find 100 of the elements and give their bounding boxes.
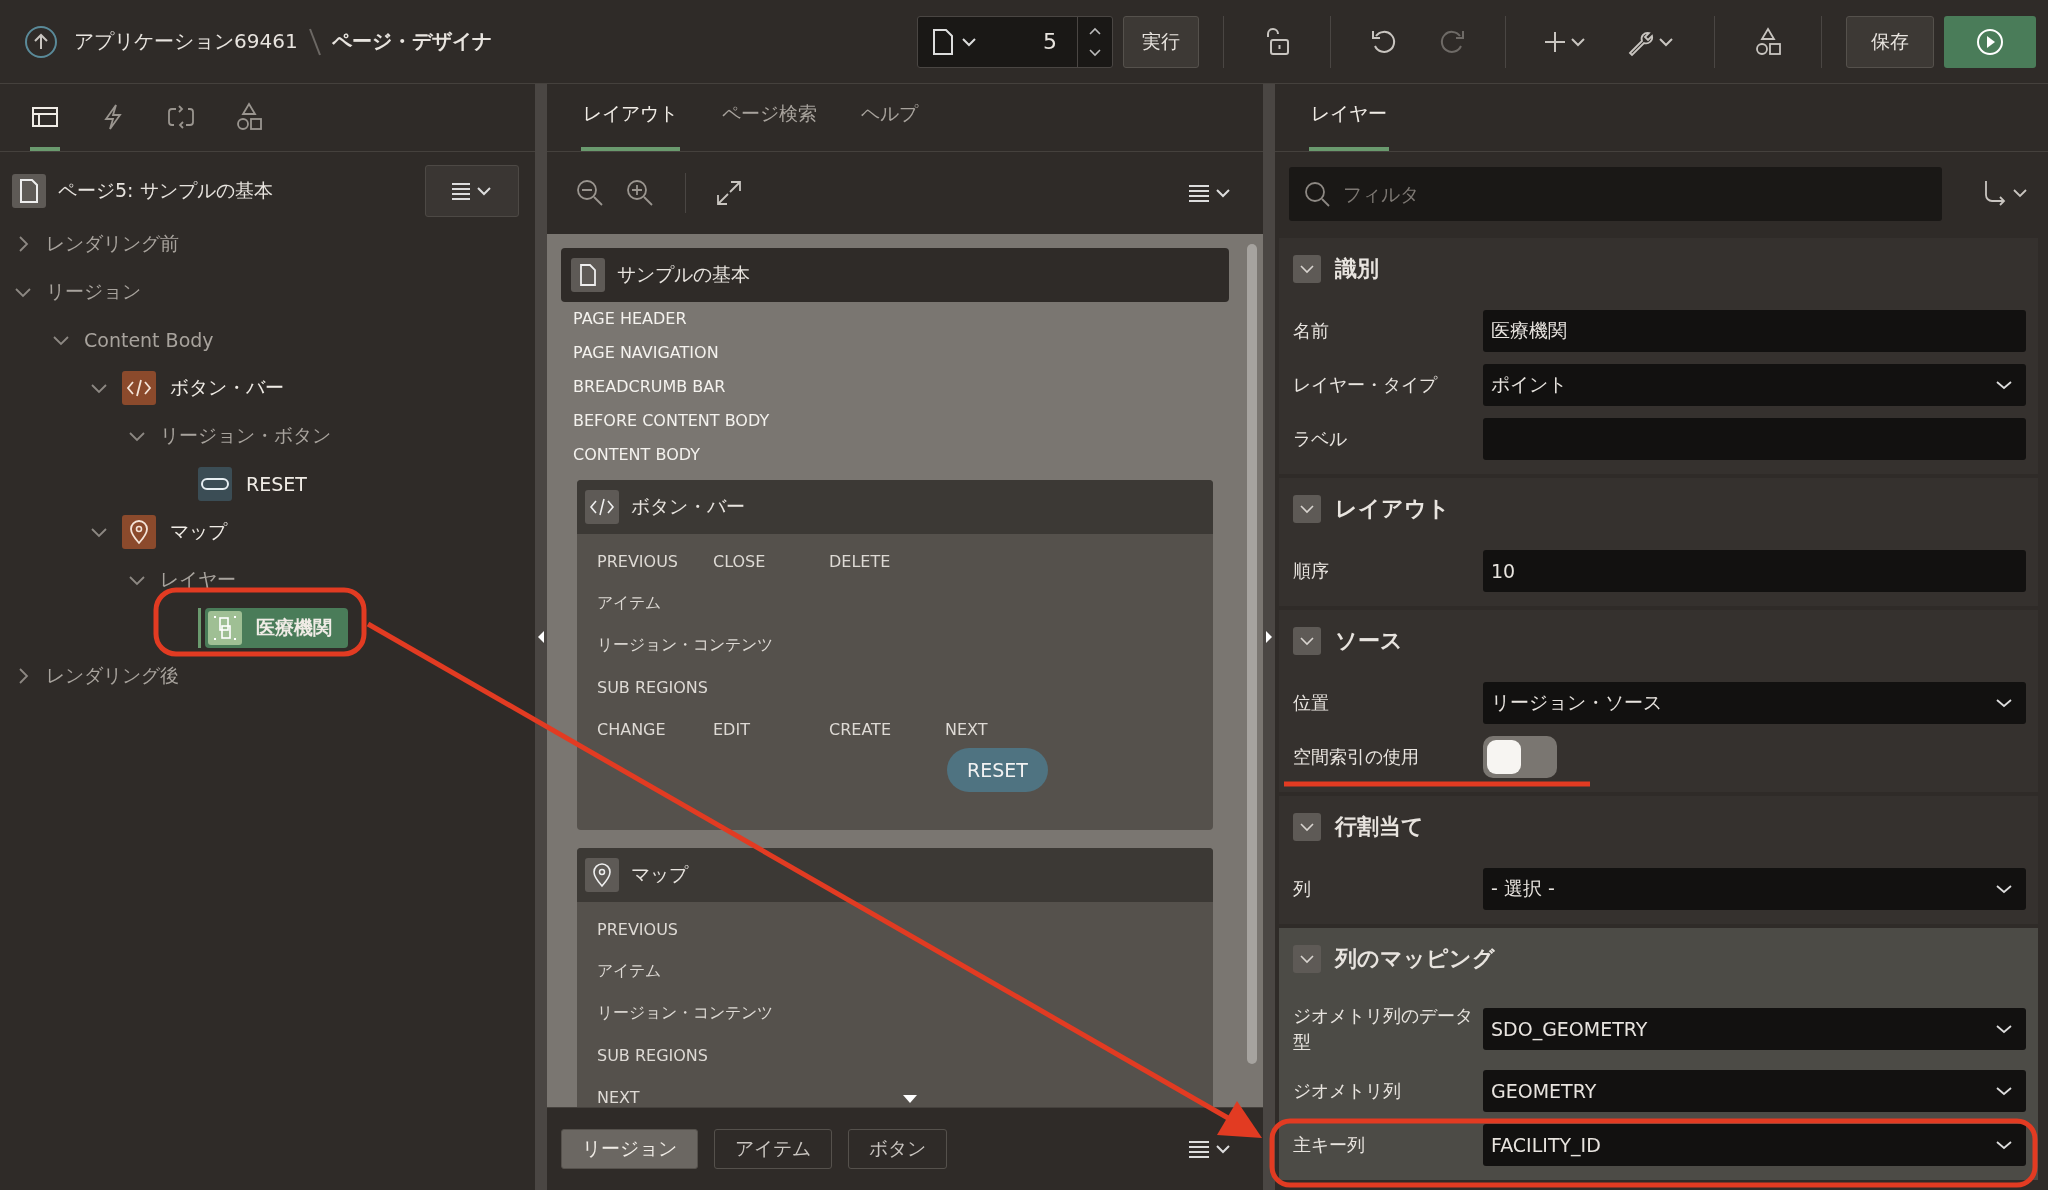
page-number-field[interactable]: 5 [984,29,1069,54]
slot-label: アイテム [597,960,662,982]
layer-icon [208,611,242,645]
caret-icon [962,36,976,47]
slot-label: PREVIOUS [597,551,679,571]
page-selector[interactable]: 5 [917,15,1113,68]
scroll-down-icon[interactable] [903,1095,917,1103]
property-label: レイヤー・タイプ [1293,372,1439,397]
position-label: PAGE HEADER [572,308,688,330]
run-button[interactable]: 実行 [1123,15,1199,68]
scrollbar[interactable] [1247,244,1257,1064]
panel-tab[interactable]: レイアウト [581,101,680,151]
select-field[interactable]: FACILITY_ID [1483,1124,2026,1166]
tree-item[interactable]: 医療機関 [205,608,348,648]
caret-icon [1996,380,2012,390]
text-field[interactable] [1483,418,2026,460]
page-header-bar[interactable]: サンプルの基本 [561,248,1229,302]
position-label: PAGE NAVIGATION [572,342,720,364]
collapse-right-icon[interactable] [1265,630,1273,644]
slot-label: CHANGE [597,719,667,739]
select-field[interactable]: GEOMETRY [1483,1070,2026,1112]
tree-folder[interactable]: リージョン・ボタン [160,416,335,456]
tree-item[interactable]: ボタン・バー [122,368,288,408]
tree-folder[interactable]: レンダリング前 [46,224,183,264]
property-label: 空間索引の使用 [1293,744,1420,769]
collapse-toggle[interactable] [1293,945,1321,973]
group-title: 識別 [1335,255,1379,283]
gallery-tab[interactable]: リージョン [561,1129,698,1169]
caret-icon [1996,884,2012,894]
save-button[interactable]: 保存 [1846,15,1934,68]
region-card[interactable]: マップ PREVIOUS アイテム リージョン・コンテンツ SUB REGIONS NEXT [577,848,1213,1107]
property-label: ラベル [1293,426,1348,451]
slot-label: リージョン・コンテンツ [597,634,773,656]
menu-button[interactable] [425,165,519,217]
page-title: ページ・デザイナ [331,28,492,55]
tree-folder[interactable]: レンダリング後 [46,656,183,696]
region-title: マップ [631,862,688,887]
run-page-button[interactable] [1944,15,2036,68]
tree-folder[interactable]: レイヤー [160,560,240,600]
tree-folder[interactable]: リージョン [46,272,145,312]
select-field[interactable]: SDO_GEOMETRY [1483,1008,2026,1050]
gallery-tab[interactable]: アイテム [714,1129,832,1169]
slot-label: リージョン・コンテンツ [597,1002,773,1024]
caret-icon [1996,1024,2012,1034]
select-field[interactable]: ポイント [1483,364,2026,406]
caret-icon [1996,1086,2012,1096]
panel-tab[interactable]: ページ検索 [720,101,819,151]
separator-icon [307,26,322,57]
zoom-out-icon[interactable] [575,178,605,208]
region-title: ボタン・バー [631,494,745,519]
panel-tab[interactable]: レイヤー [1309,101,1389,151]
collapse-toggle[interactable] [1293,813,1321,841]
page-icon [571,258,605,292]
slot-label: EDIT [713,719,751,739]
cycle-icon [166,103,196,131]
search-icon [1303,180,1331,208]
property-label: 主キー列 [1293,1132,1366,1157]
group-title: ソース [1335,627,1403,655]
property-label: 列 [1293,876,1312,901]
slot-label: アイテム [597,592,662,614]
code-icon [585,490,619,524]
application-name[interactable]: アプリケーション69461 [74,28,298,55]
map-icon [585,858,619,892]
slot-label: CREATE [829,719,892,739]
text-field[interactable]: 10 [1483,550,2026,592]
tree-item[interactable]: RESET [198,464,311,504]
caret-icon [1996,698,2012,708]
collapse-toggle[interactable] [1293,495,1321,523]
select-field[interactable]: - 選択 - [1483,868,2026,910]
tree-item[interactable]: マップ [122,512,231,552]
expand-icon[interactable] [716,180,742,206]
collapse-toggle[interactable] [1293,627,1321,655]
panel-tab[interactable]: ヘルプ [859,101,920,151]
menu-icon[interactable] [1187,1139,1233,1159]
text-field[interactable]: 医療機関 [1483,310,2026,352]
map-icon [122,515,156,549]
gallery-tab[interactable]: ボタン [848,1129,947,1169]
slot-label: SUB REGIONS [597,677,709,697]
group-title: レイアウト [1335,495,1450,523]
toggle-switch[interactable] [1483,736,1557,778]
filter-field[interactable]: フィルタ [1289,167,1942,221]
position-label: BREADCRUMB BAR [572,376,727,398]
menu-icon[interactable] [1187,183,1233,203]
page-tree-title[interactable]: ページ5: サンプルの基本 [58,178,273,204]
slot-label: DELETE [829,551,892,571]
back-icon[interactable] [24,24,58,59]
property-label: 位置 [1293,690,1330,715]
collapse-toggle[interactable] [1293,255,1321,283]
collapse-left-icon[interactable] [537,630,545,644]
tree-folder[interactable]: Content Body [84,320,218,360]
property-label: ジオメトリ列 [1293,1078,1402,1103]
select-field[interactable]: リージョン・ソース [1483,682,2026,724]
slot-label: NEXT [945,719,989,739]
property-label: ジオメトリ列のデータ型 [1293,1003,1474,1054]
table-icon [31,105,59,129]
reset-button[interactable]: RESET [947,748,1048,792]
region-card[interactable]: ボタン・バー PREVIOUS CLOSE DELETE アイテム リージョン・コンテンツ SUB REGIONS CHANGE EDIT CREATE NEXT RESET [577,480,1213,830]
zoom-in-icon[interactable] [625,178,655,208]
page-icon [932,28,954,55]
page-title: サンプルの基本 [617,262,750,287]
